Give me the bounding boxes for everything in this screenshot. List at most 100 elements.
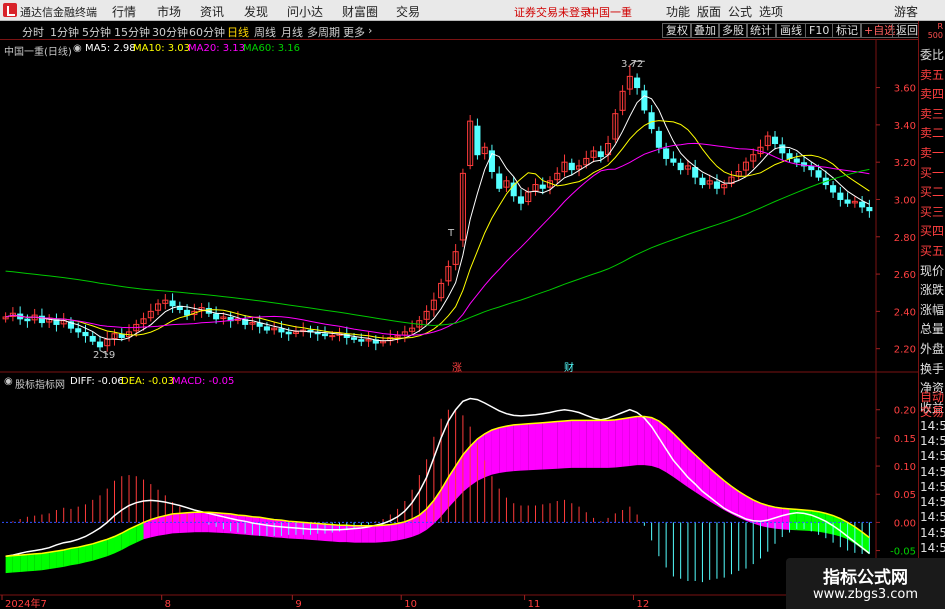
side-trade-item-6: 14:56 <box>920 479 945 494</box>
macd-band-segment <box>266 518 275 538</box>
date-axis-label: 10 <box>404 599 417 609</box>
candle-body <box>837 192 844 200</box>
side-item-11: 现价 <box>920 263 945 278</box>
watermark: 指标公式网 www.zbgs3.com <box>786 558 945 609</box>
candle-body <box>350 337 358 340</box>
stats-button[interactable]: 统计 <box>746 23 776 38</box>
menu-news[interactable]: 资讯 <box>200 3 224 20</box>
period-multi[interactable]: 多周期 <box>307 24 340 40</box>
period-60min[interactable]: 60分钟 <box>189 24 225 40</box>
menu-options[interactable]: 选项 <box>759 3 783 20</box>
macd-band-segment <box>92 541 100 561</box>
login-warning[interactable]: 证券交易未登录 <box>514 4 591 20</box>
candle-body <box>699 177 706 186</box>
menu-markets[interactable]: 市场 <box>157 3 181 20</box>
macd-band-segment <box>506 424 514 472</box>
macd-axis-label: -0.05 <box>890 547 916 558</box>
candle-body <box>263 326 270 331</box>
side-item-16: 换手 <box>920 361 945 376</box>
more-chevron-icon[interactable]: › <box>368 24 372 37</box>
legend-ma60: MA60: 3.16 <box>243 43 301 54</box>
period-weekly[interactable]: 周线 <box>254 24 276 40</box>
period-more[interactable]: 更多 <box>343 24 365 40</box>
chart-area[interactable]: 2.20 2.40 2.60 2.80 3.00 3.20 3.40 3.60 -0.05 0.0… <box>0 40 918 609</box>
legend-ma20: MA20: 3.13 <box>188 43 246 54</box>
cai-mark[interactable]: 财 <box>564 359 574 374</box>
macd-band-segment <box>484 430 492 478</box>
draw-line-button[interactable]: 画线 <box>776 23 806 38</box>
menu-layout[interactable]: 版面 <box>697 3 721 20</box>
date-axis-label: 12 <box>636 599 649 609</box>
macd-band-segment <box>564 420 572 469</box>
candle-body <box>844 199 851 204</box>
legend-ma5: MA5: 2.98 <box>85 43 136 54</box>
price-axis-label: 2.60 <box>894 270 916 281</box>
period-15min[interactable]: 15分钟 <box>114 24 150 40</box>
macd-band-segment <box>593 420 601 468</box>
candle-body <box>213 313 220 320</box>
macd-band-segment <box>281 520 289 539</box>
candle-body <box>815 170 822 178</box>
menu-discover[interactable]: 发现 <box>244 3 268 20</box>
macd-settings-icon[interactable]: ◉ <box>4 376 13 387</box>
candle-body <box>641 90 648 111</box>
macd-axis-label: 0.10 <box>894 462 916 473</box>
t-mark: T <box>448 228 455 239</box>
menu-wealth[interactable]: 财富圈 <box>342 3 378 20</box>
candle-body <box>118 333 125 338</box>
legend-settings-icon[interactable]: ◉ <box>73 43 82 54</box>
r-badge: R 500 <box>918 21 945 40</box>
macd-band-segment <box>150 517 159 538</box>
legend-diff: DIFF: -0.06 <box>70 376 124 387</box>
candle-body <box>677 162 684 171</box>
candle-body <box>568 162 575 171</box>
menu-trade[interactable]: 交易 <box>396 3 420 20</box>
price-axis-label: 3.40 <box>894 121 916 132</box>
menu-function[interactable]: 功能 <box>666 3 690 20</box>
candle-body <box>539 184 546 189</box>
legend-dea: DEA: -0.03 <box>121 376 175 387</box>
candle-body <box>670 158 677 163</box>
side-item-13: 涨幅 <box>920 302 945 317</box>
macd-band-segment <box>520 423 529 471</box>
macd-band-segment <box>383 524 391 543</box>
overlay-button[interactable]: 叠加 <box>690 23 720 38</box>
period-1min[interactable]: 1分钟 <box>50 24 79 40</box>
f10-button[interactable]: F10 <box>805 23 834 38</box>
macd-band-segment <box>324 524 333 542</box>
side-item-9: 买四 <box>920 224 945 239</box>
candle-body <box>597 151 604 158</box>
macd-band-segment <box>557 420 565 469</box>
ma60-line <box>5 168 870 327</box>
macd-band-segment <box>622 417 630 467</box>
price-axis-label: 2.20 <box>894 345 916 356</box>
menu-ask[interactable]: 问小达 <box>287 3 323 20</box>
macd-band-segment <box>259 517 267 537</box>
macd-axis-label: 0.00 <box>894 518 916 529</box>
multi-stock-button[interactable]: 多股 <box>718 23 748 38</box>
period-monthly[interactable]: 月线 <box>281 24 303 40</box>
candle-body <box>474 125 481 156</box>
period-5min[interactable]: 5分钟 <box>82 24 111 40</box>
ma10-line <box>5 120 870 339</box>
macd-title: 股标指标网 <box>15 380 65 391</box>
adjust-button[interactable]: 复权 <box>662 23 692 38</box>
candle-body <box>692 167 699 178</box>
period-daily[interactable]: 日线 <box>227 24 249 40</box>
menu-market[interactable]: 行情 <box>112 3 136 20</box>
menu-formula[interactable]: 公式 <box>728 3 752 20</box>
zhang-mark[interactable]: 涨 <box>452 359 462 374</box>
side-item-12: 涨跌 <box>920 283 945 298</box>
chart-svg[interactable]: 2.20 2.40 2.60 2.80 3.00 3.20 3.40 3.60 -0.05 0.0… <box>0 40 918 609</box>
period-intraday[interactable]: 分时 <box>22 24 44 40</box>
mark-button[interactable]: 标记 <box>832 23 862 38</box>
side-item-10: 买五 <box>920 244 945 258</box>
side-item-7: 买二 <box>920 185 945 200</box>
period-30min[interactable]: 30分钟 <box>152 24 188 40</box>
macd-band-segment <box>542 422 551 470</box>
candle-body <box>184 309 191 316</box>
guest-button[interactable]: 游客 <box>894 3 918 20</box>
side-item-3: 卖三 <box>920 106 945 121</box>
macd-band-segment <box>317 523 325 541</box>
candle-body <box>285 331 292 335</box>
